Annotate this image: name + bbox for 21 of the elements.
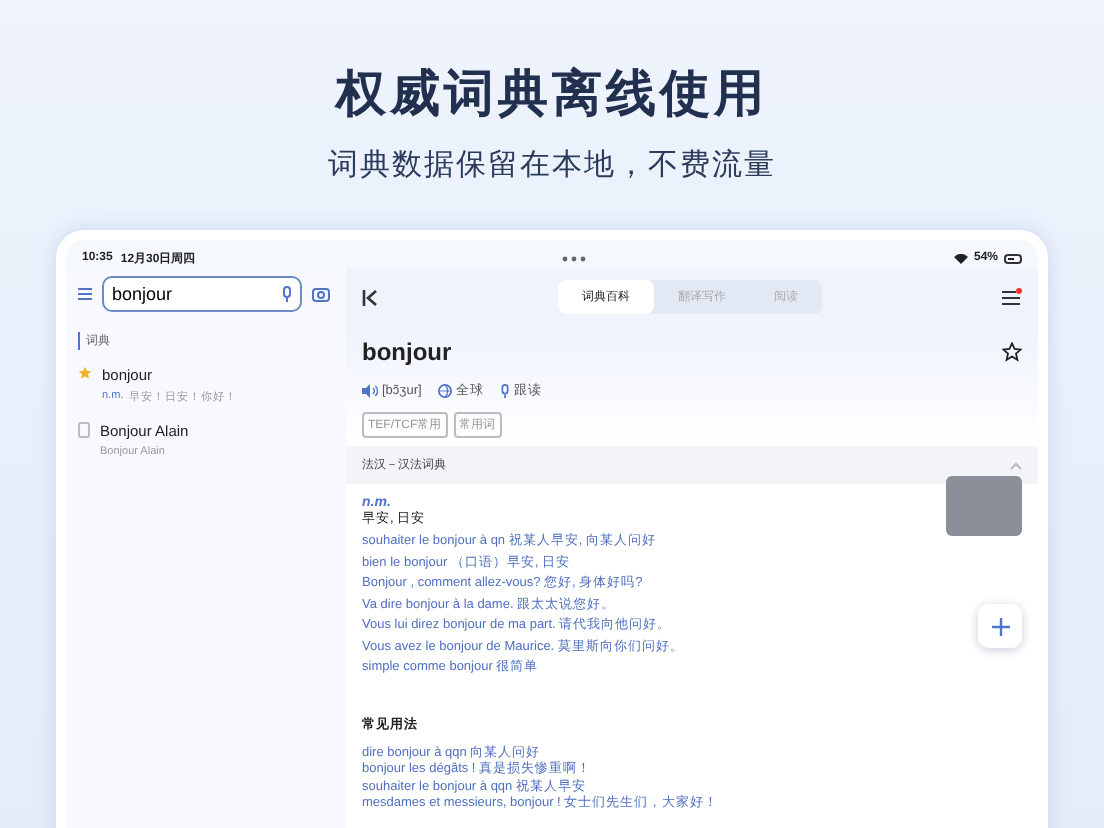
subheadline: 词典数据保留在本地，不费流量: [328, 146, 776, 184]
headline: 权威词典离线使用: [336, 64, 768, 126]
headword: bonjour: [362, 338, 452, 366]
camera-icon[interactable]: [312, 286, 330, 302]
multitasking-dots-icon: [562, 255, 587, 261]
plus-icon: [991, 617, 1009, 635]
wifi-icon: [953, 253, 968, 263]
collapse-sidebar-icon[interactable]: [362, 289, 378, 305]
speaker-icon[interactable]: [362, 384, 378, 398]
globe-icon[interactable]: [437, 384, 452, 398]
photo-placeholder: [946, 476, 1022, 536]
document-icon: [78, 422, 90, 438]
star-icon: [78, 366, 92, 380]
list-icon[interactable]: [1002, 288, 1022, 306]
battery-icon: [1004, 253, 1022, 263]
add-button[interactable]: [978, 604, 1022, 648]
microphone-icon[interactable]: [499, 384, 510, 398]
microphone-icon[interactable]: [282, 286, 292, 302]
star-outline-icon[interactable]: [1002, 342, 1022, 362]
search-field[interactable]: bonjour: [102, 276, 302, 312]
menu-icon[interactable]: [78, 288, 92, 300]
